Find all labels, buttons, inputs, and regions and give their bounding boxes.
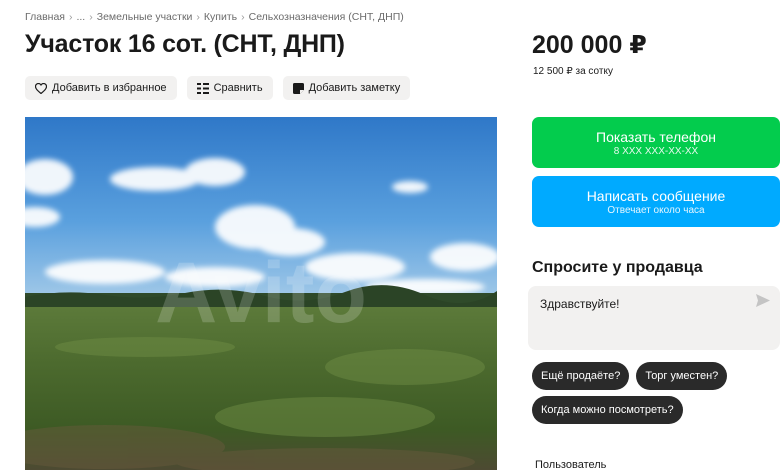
seller-type-label: Пользователь (535, 459, 607, 470)
quick-reply-bargain[interactable]: Торг уместен? (636, 362, 728, 390)
ask-seller-input[interactable]: Здравствуйте! (528, 286, 780, 350)
compare-icon (196, 82, 209, 94)
price-per-unit: 12 500 ₽ за сотку (533, 66, 613, 77)
breadcrumb-separator: › (89, 11, 93, 23)
breadcrumb-separator: › (68, 11, 73, 23)
breadcrumb-home[interactable]: Главная (25, 11, 65, 23)
page-title: Участок 16 сот. (СНТ, ДНП) (25, 30, 345, 58)
photo-watermark: Avito (155, 245, 367, 341)
add-note-button[interactable]: Добавить заметку (282, 76, 411, 100)
ask-seller-title: Спросите у продавца (532, 259, 703, 276)
ask-seller-input-value: Здравствуйте! (540, 297, 620, 311)
listing-photo[interactable]: Avito (25, 117, 497, 470)
show-phone-button[interactable]: Показать телефон 8 XXX XXX-XX-XX (532, 117, 780, 168)
compare-button[interactable]: Сравнить (186, 76, 273, 100)
compare-label: Сравнить (213, 82, 263, 94)
quick-reply-still-selling[interactable]: Ещё продаёте? (532, 362, 630, 390)
add-to-favorites-button[interactable]: Добавить в избранное (25, 76, 177, 100)
listing-actions: Добавить в избранное Сравнить Добавить з… (25, 76, 411, 100)
breadcrumb-separator: › (241, 11, 245, 23)
response-time: Отвечает около часа (607, 204, 705, 216)
breadcrumb-ellipsis[interactable]: ... (76, 11, 85, 23)
write-message-button[interactable]: Написать сообщение Отвечает около часа (532, 176, 780, 227)
quick-replies: Ещё продаёте? Торг уместен? Когда можно … (532, 362, 780, 424)
write-message-label: Написать сообщение (586, 187, 726, 204)
breadcrumb-category[interactable]: Сельхозназначения (СНТ, ДНП) (249, 11, 404, 23)
breadcrumb-separator: › (196, 11, 200, 23)
add-to-favorites-label: Добавить в избранное (52, 82, 167, 94)
send-icon[interactable] (756, 294, 770, 312)
phone-number-mask: 8 XXX XXX-XX-XX (613, 145, 699, 157)
breadcrumb-buy[interactable]: Купить (204, 11, 237, 23)
breadcrumb-land[interactable]: Земельные участки (97, 11, 193, 23)
show-phone-label: Показать телефон (596, 128, 716, 145)
price: 200 000 ₽ (532, 31, 647, 59)
breadcrumb: Главная › ... › Земельные участки › Купи… (25, 11, 404, 23)
add-note-label: Добавить заметку (308, 82, 401, 94)
heart-icon (35, 82, 47, 94)
note-icon (292, 82, 304, 94)
quick-reply-when-view[interactable]: Когда можно посмотреть? (532, 396, 683, 424)
